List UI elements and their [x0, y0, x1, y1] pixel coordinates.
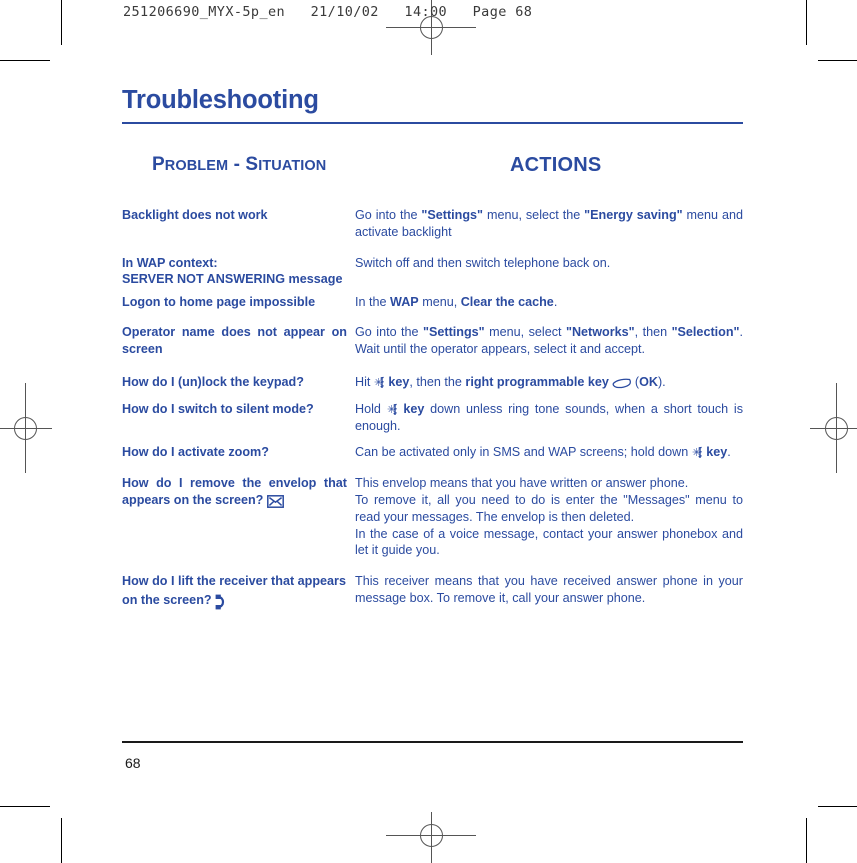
problem-situation-cell: How do I (un)lock the keypad? [122, 374, 355, 391]
action-text-emphasis: "Selection" [671, 325, 740, 340]
problem-header-initial: P [152, 154, 165, 175]
table-row: How do I activate zoom? Can be activated … [122, 444, 743, 461]
action-text-emphasis: key [702, 445, 728, 460]
title-divider [122, 122, 743, 124]
situation-header-initial: S [245, 154, 259, 175]
column-header-actions: ACTIONS [510, 154, 602, 176]
action-text-emphasis: "Settings" [423, 325, 485, 340]
action-text: Can be activated only in SMS and WAP scr… [355, 445, 692, 460]
action-cell: Can be activated only in SMS and WAP scr… [355, 444, 743, 461]
action-text-emphasis: key [397, 401, 425, 416]
action-text: . [727, 445, 731, 460]
action-text: menu, [418, 294, 461, 309]
table-row: In WAP context: SERVER NOT ANSWERING mess… [122, 255, 743, 288]
table-row: How do I lift the receiver that appears … [122, 573, 743, 610]
page-number: 68 [125, 755, 141, 771]
action-text: , then the [409, 374, 466, 389]
action-text-emphasis: right programmable key [465, 374, 613, 389]
problem-situation-cell: How do I remove the envelop that appears… [122, 475, 355, 510]
action-text: This receiver means that you have receiv… [355, 574, 743, 605]
problem-situation-cell: How do I activate zoom? [122, 444, 355, 461]
star-key-icon: ✳ [692, 446, 703, 459]
action-text: Hold [355, 401, 387, 416]
star-key-icon: ✳ [387, 403, 398, 416]
table-row: How do I (un)lock the keypad? Hit ✳ key, … [122, 374, 743, 391]
problem-text: Operator name does not appear on screen [122, 325, 347, 356]
table-row: How do I switch to silent mode? Hold ✳ ke… [122, 401, 743, 435]
receiver-icon [215, 594, 226, 610]
action-cell: Hit ✳ key, then the right programmable k… [355, 374, 743, 391]
action-text-emphasis: "Settings" [421, 208, 484, 222]
problem-situation-cell: How do I switch to silent mode? [122, 401, 355, 418]
action-cell: Switch off and then switch telephone bac… [355, 255, 743, 272]
soft-key-icon [612, 377, 632, 389]
action-text: ). [657, 374, 666, 389]
action-cell: Go into the "Settings" menu, select "Net… [355, 324, 743, 358]
problem-text: How do I (un)lock the keypad? [122, 374, 304, 389]
problem-text: How do I lift the receiver that appears … [122, 574, 346, 607]
action-text-emphasis: "Networks" [565, 325, 635, 340]
action-text: menu, select the [483, 208, 585, 222]
action-text: Hit [355, 374, 374, 389]
action-text-emphasis: "Energy saving" [584, 208, 683, 222]
troubleshooting-table: Backlight does not work Go into the "Sett… [122, 207, 743, 610]
table-row: Backlight does not work Go into the "Sett… [122, 207, 743, 241]
problem-situation-cell: Backlight does not work [122, 207, 355, 224]
situation-header-rest: ITUATION [258, 158, 327, 174]
action-text-emphasis: key [384, 374, 410, 389]
footer-divider [122, 741, 743, 743]
action-text: This envelop means that you have written… [355, 476, 689, 491]
action-cell: In the WAP menu, Clear the cache. [355, 294, 743, 311]
action-cell: Go into the "Settings" menu, select the … [355, 207, 743, 241]
problem-text: How do I remove the envelop that appears… [122, 476, 347, 507]
action-text: In the case of a voice message, contact … [355, 526, 743, 558]
problem-situation-cell: Operator name does not appear on screen [122, 324, 355, 357]
envelope-icon [266, 494, 284, 511]
problem-text: SERVER NOT ANSWERING message [122, 272, 343, 287]
action-cell: This receiver means that you have receiv… [355, 573, 743, 607]
action-text: . [553, 294, 558, 309]
action-text: menu, select [484, 325, 566, 340]
action-text-emphasis: WAP [390, 294, 419, 309]
action-text: Switch off and then switch telephone bac… [355, 255, 611, 270]
column-header-problem-situation: PROBLEM - SITUATION [152, 154, 326, 176]
problem-text: Logon to home page impossible [122, 294, 316, 309]
action-text: , then [634, 325, 672, 340]
action-text: Go into the [355, 325, 424, 340]
action-text-emphasis: Clear the cache [460, 294, 554, 309]
page-title: Troubleshooting [122, 86, 319, 114]
action-text: In the [355, 294, 391, 309]
action-text: To remove it, all you need to do is ente… [355, 492, 743, 524]
problem-text: How do I activate zoom? [122, 445, 269, 460]
action-text: Go into the [355, 208, 422, 222]
problem-text: How do I switch to silent mode? [122, 401, 314, 416]
manual-page: Troubleshooting PROBLEM - SITUATION ACTI… [0, 0, 857, 863]
problem-header-separator: - [228, 154, 246, 175]
action-cell: This envelop means that you have written… [355, 475, 743, 559]
problem-header-rest: ROBLEM [164, 158, 229, 174]
action-text: ( [631, 374, 640, 389]
problem-situation-cell: In WAP context: SERVER NOT ANSWERING mess… [122, 255, 355, 288]
problem-situation-cell: How do I lift the receiver that appears … [122, 573, 355, 610]
table-row: How do I remove the envelop that appears… [122, 475, 743, 559]
action-cell: Hold ✳ key down unless ring tone sounds,… [355, 401, 743, 435]
table-row: Operator name does not appear on screen G… [122, 324, 743, 358]
problem-text: Backlight does not work [122, 208, 268, 222]
table-row: Logon to home page impossible In the WAP … [122, 294, 743, 311]
problem-text: In WAP context: [122, 255, 218, 270]
problem-situation-cell: Logon to home page impossible [122, 294, 355, 311]
action-text-emphasis: OK [639, 374, 658, 389]
star-key-icon: ✳ [374, 376, 385, 389]
